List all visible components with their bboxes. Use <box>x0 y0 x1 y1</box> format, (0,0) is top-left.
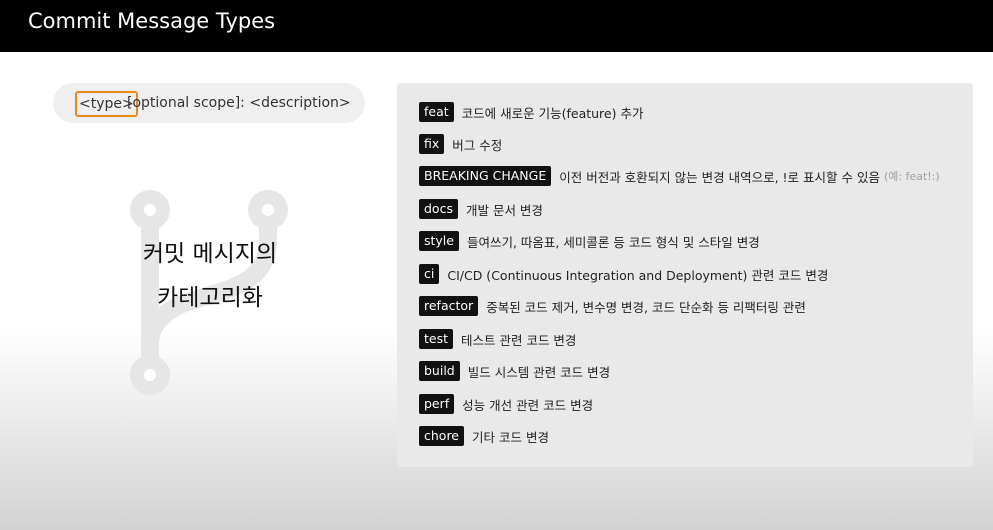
type-description: 버그 수정 <box>452 137 503 153</box>
commit-format-pill: <type> [optional scope]: <description> <box>53 83 365 123</box>
type-description: 성능 개선 관련 코드 변경 <box>462 397 594 413</box>
type-description: 빌드 시스템 관련 코드 변경 <box>467 364 611 380</box>
type-description: 개발 문서 변경 <box>465 202 543 218</box>
type-row-style: style 들여쓰기, 따옴표, 세미콜론 등 코드 형식 및 스타일 변경 <box>419 230 760 252</box>
type-row-breaking-change: BREAKING CHANGE 이전 버전과 호환되지 않는 변경 내역으로, … <box>419 165 940 187</box>
type-row-perf: perf 성능 개선 관련 코드 변경 <box>419 393 593 415</box>
type-description: 테스트 관련 코드 변경 <box>461 332 577 348</box>
type-description: 기타 코드 변경 <box>472 429 549 445</box>
format-rest-text: [optional scope]: <description> <box>127 95 351 111</box>
type-tag: fix <box>419 134 445 154</box>
type-row-test: test 테스트 관련 코드 변경 <box>419 328 576 350</box>
type-description: 이전 버전과 호환되지 않는 변경 내역으로, !로 표시할 수 있음 <box>559 169 880 185</box>
category-title: 커밋 메시지의 카테고리화 <box>120 232 300 320</box>
type-tag: style <box>419 231 459 251</box>
slide-title: Commit Message Types <box>28 9 276 33</box>
category-line-2: 카테고리화 <box>157 285 263 311</box>
commit-types-panel: feat 코드에 새로운 기능(feature) 추가 fix 버그 수정 BR… <box>397 83 973 467</box>
type-description: 들여쓰기, 따옴표, 세미콜론 등 코드 형식 및 스타일 변경 <box>466 234 760 250</box>
type-example: (예: feat!:) <box>883 170 940 183</box>
type-tag: feat <box>419 102 454 122</box>
type-row-ci: ci CI/CD (Continuous Integration and Dep… <box>419 263 828 285</box>
type-description: CI/CD (Continuous Integration and Deploy… <box>447 267 829 283</box>
type-description: 중복된 코드 제거, 변수명 변경, 코드 단순화 등 리팩터링 관련 <box>486 299 806 315</box>
type-description: 코드에 새로운 기능(feature) 추가 <box>461 105 644 121</box>
type-tag: ci <box>419 264 440 284</box>
type-row-build: build 빌드 시스템 관련 코드 변경 <box>419 360 610 382</box>
type-tag: BREAKING CHANGE <box>419 166 552 186</box>
type-tag: build <box>419 361 460 381</box>
type-tag: refactor <box>419 296 479 316</box>
type-tag: perf <box>419 394 455 414</box>
type-tag: chore <box>419 426 464 446</box>
type-row-feat: feat 코드에 새로운 기능(feature) 추가 <box>419 101 643 123</box>
type-tag: docs <box>419 199 458 219</box>
category-line-1: 커밋 메시지의 <box>142 241 278 267</box>
type-row-docs: docs 개발 문서 변경 <box>419 198 543 220</box>
title-bar: Commit Message Types <box>0 0 993 52</box>
type-tag: test <box>419 329 454 349</box>
type-row-refactor: refactor 중복된 코드 제거, 변수명 변경, 코드 단순화 등 리팩터… <box>419 295 806 317</box>
type-row-chore: chore 기타 코드 변경 <box>419 425 549 447</box>
type-row-fix: fix 버그 수정 <box>419 133 502 155</box>
